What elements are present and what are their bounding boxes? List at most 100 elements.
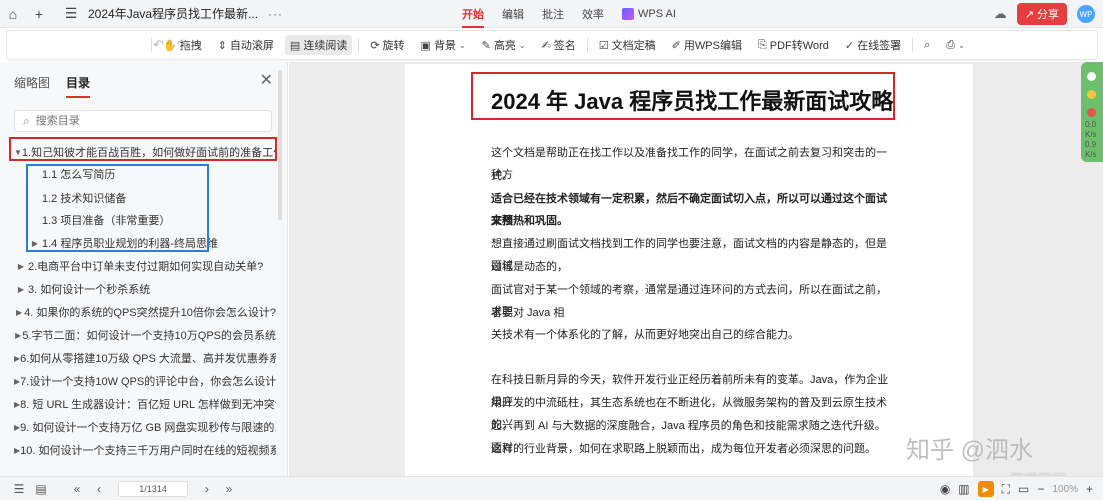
play-icon[interactable]: ▶ [977,481,994,497]
new-tab-icon[interactable]: + [26,0,52,28]
body-text-line: 者要对 Java 相 [491,306,565,319]
toc-item[interactable]: ▶ 10. 如何设计一个支持三千万用户同时在线的短视频系统 [14,442,276,458]
continuous-read-icon: ▤ [289,39,301,52]
chevron-down-icon: ⌄ [518,40,526,50]
reading-mode-icon[interactable]: ▥ [958,482,969,496]
search-button[interactable]: ⌕ [919,37,935,54]
tab-annotate[interactable]: 批注 [542,6,564,22]
toc-item[interactable]: ▶ 9. 如何设计一个支持万亿 GB 网盘实现秒传与限速的系统 [14,419,276,435]
online-sign-button[interactable]: ✓ 在线签署 [840,35,906,55]
tab-efficiency[interactable]: 效率 [582,6,604,22]
zoom-out-icon[interactable]: − [1037,482,1044,496]
body-text-line: 关技术有一个体系化的了解，从而更好地突出自己的综合能力。 [491,329,799,342]
upload-unit: K/s [1085,130,1097,139]
chevron-right-icon[interactable]: ▶ [14,308,24,317]
status-dot [1087,108,1096,117]
last-page-icon[interactable]: » [218,477,240,501]
toc-item-label: 4. 如果你的系统的QPS突然提升10倍你会怎么设计? [24,307,276,319]
toc-item-label: 2.电商平台中订单未支付过期如何实现自动关单? [28,261,264,273]
tab-wps-ai[interactable]: WPS AI [622,8,676,20]
tab-edit[interactable]: 编辑 [502,6,524,22]
more-icon[interactable]: ··· [268,7,283,21]
toc-search-input[interactable] [35,115,236,127]
zoom-level[interactable]: 100% [1052,484,1078,495]
list-view-icon[interactable]: ☰ [8,477,30,501]
body-text-line: 式。 [491,169,513,182]
highlight-button[interactable]: ✎ 高亮 ⌄ [477,35,531,55]
background-button[interactable]: ▣ 背景 ⌄ [416,35,471,55]
chevron-right-icon[interactable]: ▶ [14,285,28,294]
wps-ai-logo-icon [622,8,634,20]
share-label: 分享 [1037,9,1059,21]
continuous-read-button[interactable]: ▤ 连续阅读 [284,35,353,55]
toc-item[interactable]: ▶ 4. 如果你的系统的QPS突然提升10倍你会怎么设计? [14,304,276,320]
next-page-icon[interactable]: › [196,477,218,501]
first-page-icon[interactable]: « [66,477,88,501]
status-bar-right: ◉ ▥ ▶ ⛶ ▭ − 100% + [940,477,1093,501]
wps-edit-button[interactable]: ✐ 用WPS编辑 [667,35,747,55]
toc-search[interactable]: ⌕ [14,110,272,132]
body-text-line: 这样的行业背景，如何在求职路上脱颖而出，成为每位开发者必须深思的问题。 [491,442,876,455]
document-tab-title: 2024年Java程序员找工作最新... [88,7,259,21]
document-title: 2024 年 Java 程序员找工作最新面试攻略 [491,89,894,114]
highlight-icon: ✎ [481,39,491,52]
zoom-in-icon[interactable]: + [1086,482,1093,496]
finalize-button[interactable]: ☑ 文档定稿 [594,35,661,55]
chevron-down-icon: ⌄ [458,40,466,50]
home-icon[interactable]: ⌂ [0,0,26,28]
signature-label: 签名 [553,40,576,52]
chevron-right-icon[interactable]: ▶ [14,331,22,340]
print-button[interactable]: ⎙ ⌄ [941,37,970,54]
menu-icon[interactable]: ☰ [58,0,84,28]
status-bar: ☰ ▤ « ‹ 1/1314 › » ◉ ▥ ▶ ⛶ ▭ − 100% + [0,476,1103,500]
tab-toc[interactable]: 目录 [66,74,91,98]
online-sign-icon: ✓ [844,39,855,52]
sidebar-scrollbar[interactable] [278,70,282,220]
signature-icon: ✍ [541,39,551,52]
chevron-right-icon[interactable]: ▶ [14,262,28,271]
toolbar-divider [586,38,588,52]
document-tab[interactable]: 2024年Java程序员找工作最新... ··· [88,5,283,22]
eye-icon[interactable]: ◉ [940,482,950,496]
autoscroll-icon: ⇕ [217,39,227,52]
toc-highlight-blue-box [26,164,209,252]
toolbar-divider [912,38,914,52]
toc-item[interactable]: ▶ 8. 短 URL 生成器设计：百亿短 URL 怎样做到无冲突? [14,396,276,412]
wps-ai-label: WPS AI [638,8,676,20]
download-speed: 0.9 [1085,140,1097,149]
page-number-field[interactable]: 1/1314 [118,480,188,497]
share-button[interactable]: ↗ 分享 [1016,3,1067,25]
toc-item[interactable]: ▶ 7.设计一个支持10W QPS的评论中台，你会怎么设计? [14,373,276,389]
signature-button[interactable]: ✍ 签名 [537,35,581,55]
toc-item-label: 6.如何从零搭建10万级 QPS 大流量、高并发优惠券系统 [20,353,276,365]
tab-thumbnails[interactable]: 缩略图 [14,74,50,91]
highlight-label: 高亮 [493,40,516,52]
print-icon: ⎙ [946,38,956,51]
watermark-text: 知乎 @泗水 [906,437,1034,464]
toc-item[interactable]: ▶ 5.字节二面：如何设计一个支持10万QPS的会员系统 [14,327,276,343]
cloud-sync-icon[interactable]: ☁ [994,6,1007,22]
toc-item-label: 9. 如何设计一个支持万亿 GB 网盘实现秒传与限速的系统 [20,422,276,434]
redo-icon[interactable]: ↷ [177,37,188,53]
fit-width-icon[interactable]: ▭ [1018,482,1029,496]
document-viewport[interactable]: 2024 年 Java 程序员找工作最新面试攻略 这个文档是帮助正在找工作以及准… [289,62,1103,476]
outline-view-icon[interactable]: ▤ [30,477,52,501]
prev-page-icon[interactable]: ‹ [88,477,110,501]
toc-item-label: 5.字节二面：如何设计一个支持10万QPS的会员系统 [22,330,276,342]
toc-item[interactable]: ▶ 2.电商平台中订单未支付过期如何实现自动关单? [14,258,263,274]
autoscroll-label: 自动滚屏 [229,40,274,52]
toc-item[interactable]: ▶ 3. 如何设计一个秒杀系统 [14,281,150,297]
finalize-label: 文档定稿 [611,40,656,52]
undo-icon[interactable]: ↶ [153,37,164,53]
tab-start[interactable]: 开始 [462,6,484,28]
pdf-to-word-button[interactable]: ⎘ PDF转Word [753,35,834,55]
status-dot [1087,90,1096,99]
autoscroll-button[interactable]: ⇕ 自动滚屏 [213,35,279,55]
toc-item[interactable]: ▶ 6.如何从零搭建10万级 QPS 大流量、高并发优惠券系统 [14,350,276,366]
close-icon[interactable]: ✕ [260,70,273,90]
pdf-to-word-label: PDF转Word [769,40,829,52]
fit-page-icon[interactable]: ⛶ [1002,482,1010,497]
avatar[interactable]: WP [1077,5,1095,23]
toc-item-label: 7.设计一个支持10W QPS的评论中台，你会怎么设计? [20,376,276,388]
rotate-button[interactable]: ⟳ 旋转 [365,35,409,55]
